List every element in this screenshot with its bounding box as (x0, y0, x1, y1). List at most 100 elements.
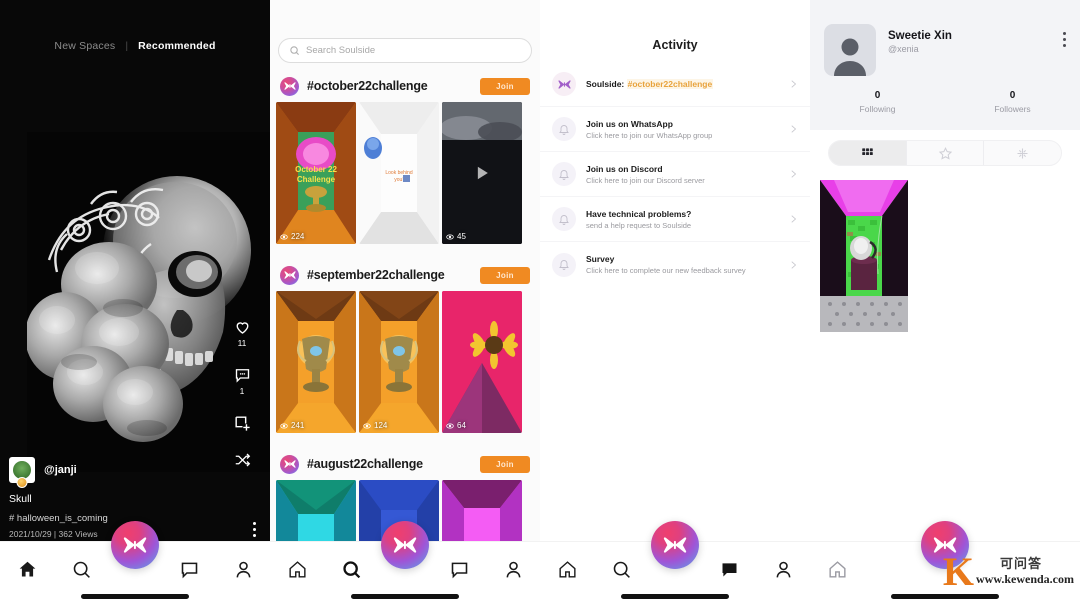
followers-label: Followers (994, 104, 1031, 114)
thumbnail[interactable]: 45 (442, 102, 522, 244)
join-button[interactable]: Join (480, 266, 530, 284)
list-item[interactable]: Have technical problems? send a help req… (540, 197, 810, 242)
nav-chat-button[interactable] (706, 552, 752, 586)
tab-recommended[interactable]: Recommended (138, 40, 215, 52)
play-icon[interactable] (472, 163, 492, 183)
activity-item-body: Join us on WhatsApp Click here to join o… (586, 119, 778, 140)
bell-icon (559, 214, 569, 225)
search-icon (290, 46, 300, 56)
nav-profile-button[interactable] (490, 552, 536, 586)
thumbnail[interactable]: October 22 Challenge 224 (276, 102, 356, 244)
heart-icon (236, 322, 248, 334)
channel-name: #august22challenge (307, 457, 423, 471)
add-to-collection-button[interactable] (233, 414, 252, 433)
butterfly-icon (283, 82, 296, 90)
panel-activity: Activity Soulside: #october22challenge J… (540, 0, 810, 607)
profile-display-name: Sweetie Xin (888, 30, 952, 42)
channel-header[interactable]: #august22challenge Join (270, 451, 540, 477)
profile-more-options-button[interactable] (1063, 32, 1066, 47)
feed-post-meta: @janji Skull # halloween_is_coming 2021/… (9, 457, 108, 539)
page-title: Activity (652, 38, 698, 52)
channel-header[interactable]: #october22challenge Join (270, 73, 540, 99)
nav-search-button[interactable] (328, 552, 374, 586)
channel-name: #september22challenge (307, 268, 445, 282)
nav-home-button[interactable] (4, 552, 50, 586)
author-handle: @janji (44, 464, 77, 476)
thumbnail[interactable]: 124 (359, 291, 439, 433)
create-fab-button[interactable] (651, 521, 699, 569)
nav-home-button[interactable] (544, 552, 590, 586)
post-date: 2021/10/29 (9, 529, 52, 539)
nav-profile-button[interactable] (760, 552, 806, 586)
list-item[interactable]: Survey Click here to complete our new fe… (540, 242, 810, 287)
stat-followers[interactable]: 0 Followers (945, 90, 1080, 114)
comment-button[interactable]: 1 (233, 366, 252, 396)
tab-grid[interactable] (829, 141, 906, 165)
thumbnail[interactable] (820, 180, 908, 332)
post-hashtag[interactable]: # halloween_is_coming (9, 513, 108, 524)
butterfly-icon (557, 79, 571, 89)
view-count: 241 (291, 421, 305, 430)
nav-chat-button[interactable] (436, 552, 482, 586)
search-input[interactable]: Search Soulside (278, 38, 532, 63)
activity-title-highlight[interactable]: #october22challenge (626, 79, 714, 89)
bell-icon (559, 260, 569, 270)
stat-following[interactable]: 0 Following (810, 90, 945, 114)
chat-icon (451, 562, 467, 578)
nav-search-button[interactable] (58, 552, 104, 586)
post-title: Skull (9, 493, 32, 505)
trophy-room-image (359, 291, 439, 433)
list-item[interactable]: Soulside: #october22challenge (540, 62, 810, 107)
thumbnail[interactable]: Look behind you! (359, 102, 439, 244)
eye-icon (363, 422, 371, 429)
butterfly-icon (283, 460, 296, 468)
chat-icon (181, 562, 197, 578)
feed-post-author[interactable]: @janji (9, 457, 108, 488)
thumbnail[interactable]: 241 (276, 291, 356, 433)
nav-search-button[interactable] (868, 552, 914, 586)
verified-badge-icon (16, 477, 28, 488)
create-fab-button[interactable] (111, 521, 159, 569)
channel-thumb-row: 241 124 64 (270, 291, 540, 433)
activity-item-subtitle: Click here to complete our new feedback … (586, 266, 746, 275)
star-icon (938, 146, 952, 160)
join-button[interactable]: Join (480, 455, 530, 473)
tab-separator: | (125, 40, 129, 52)
bell-icon (559, 169, 569, 180)
shuffle-button[interactable] (233, 451, 252, 469)
watermark-chinese: 可问答 (1000, 556, 1043, 571)
nav-profile-button[interactable] (220, 552, 266, 586)
tab-effects[interactable] (983, 141, 1061, 165)
avatar[interactable] (824, 24, 876, 76)
butterfly-fab-icon (393, 537, 417, 553)
nav-home-button[interactable] (814, 552, 860, 586)
avatar (9, 457, 35, 488)
thumbnail[interactable]: 64 (442, 291, 522, 433)
join-button[interactable]: Join (480, 77, 530, 95)
create-fab-button[interactable] (381, 521, 429, 569)
bell-icon (559, 124, 569, 135)
chevron-right-icon (791, 170, 797, 178)
nav-chat-button[interactable] (166, 552, 212, 586)
tab-favorites[interactable] (905, 141, 984, 165)
green-magenta-room-image (820, 180, 908, 332)
list-item[interactable]: Join us on WhatsApp Click here to join o… (540, 107, 810, 152)
tab-new-spaces[interactable]: New Spaces (54, 40, 115, 52)
eye-icon (446, 233, 454, 240)
feed-action-rail: 11 1 (222, 318, 262, 469)
comment-count: 1 (239, 386, 245, 396)
watermark: K 可问答 www.kewenda.com (943, 552, 1074, 592)
channel-avatar (280, 76, 299, 96)
profile-icon (236, 561, 250, 577)
nav-home-button[interactable] (274, 552, 320, 586)
screenshot-root: New Spaces | Recommended 11 1 @janji Sku… (0, 0, 1080, 607)
eye-icon (446, 422, 454, 429)
like-button[interactable]: 11 (233, 318, 252, 348)
profile-name-block: Sweetie Xin @xenia (888, 24, 952, 54)
list-item[interactable]: Join us on Discord Click here to join ou… (540, 152, 810, 197)
search-icon (613, 561, 630, 578)
channel-header[interactable]: #september22challenge Join (270, 262, 540, 288)
nav-search-button[interactable] (598, 552, 644, 586)
post-more-options-button[interactable] (253, 522, 256, 537)
shuffle-icon (235, 453, 250, 467)
